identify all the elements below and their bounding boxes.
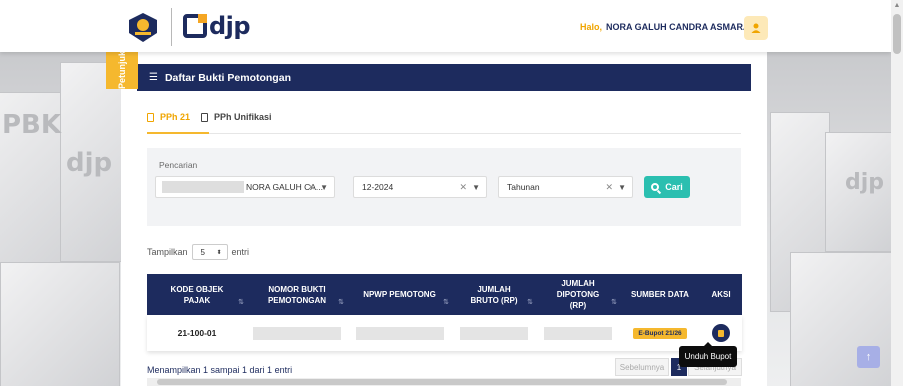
djp-logo-icon <box>183 14 207 38</box>
greeting-text: Halo, <box>580 22 603 32</box>
redacted-block <box>460 326 528 340</box>
clear-icon[interactable]: ✕ <box>307 182 315 193</box>
col-sumber-data[interactable]: SUMBER DATA <box>620 274 700 315</box>
cell-dipotong <box>536 315 620 351</box>
column-header: NPWP PEMOTONG <box>363 290 436 299</box>
sort-icon: ⇅ <box>527 299 533 306</box>
list-icon: ☰ <box>149 72 158 83</box>
djp-logo[interactable]: djp <box>183 12 251 40</box>
column-header: SUMBER DATA <box>631 290 689 299</box>
download-icon <box>718 329 724 337</box>
search-icon <box>651 183 660 191</box>
redacted-block <box>162 181 244 193</box>
brand-text: djp <box>209 12 251 40</box>
tooltip: Unduh Bupot <box>679 342 737 367</box>
name-select[interactable]: NORA GALUH CA... ✕ ▼ <box>155 176 335 198</box>
chevron-down-icon[interactable]: ▼ <box>472 183 480 192</box>
page-length-value: 5 <box>200 247 205 257</box>
tab-pph-unifikasi[interactable]: PPh Unifikasi <box>201 112 272 134</box>
col-aksi: AKSI <box>700 274 742 315</box>
document-icon <box>147 113 154 122</box>
horizontal-scrollbar[interactable] <box>147 378 741 386</box>
document-icon <box>201 113 208 122</box>
page-length-select[interactable]: 5 ⬍ <box>191 244 228 260</box>
column-header: KODE OBJEK PAJAK <box>170 284 224 305</box>
length-label-after: entri <box>231 247 250 257</box>
card-header: ☰ Daftar Bukti Pemotongan <box>137 64 751 91</box>
tab-bar: PPh 21 PPh Unifikasi <box>147 112 741 134</box>
sort-icon: ⇅ <box>338 299 344 306</box>
sort-icon: ⇅ <box>443 299 449 306</box>
table-info: Menampilkan 1 sampai 1 dari 1 entri <box>147 365 293 375</box>
col-jumlah-dipotong[interactable]: JUMLAH DIPOTONG (RP) ⇅ <box>536 274 620 315</box>
source-badge: E-Bupot 21/26 <box>633 327 687 339</box>
emblem-icon <box>129 13 157 42</box>
vertical-scrollbar[interactable]: ▲ <box>891 0 903 386</box>
column-header: JUMLAH BRUTO (RP) <box>470 284 518 305</box>
sort-icon: ⇅ <box>238 299 244 306</box>
col-kode-objek-pajak[interactable]: KODE OBJEK PAJAK ⇅ <box>147 274 247 315</box>
cell-npwp <box>347 315 452 351</box>
user-name[interactable]: NORA GALUH CANDRA ASMARANI <box>606 22 759 32</box>
top-navbar: djp Halo, NORA GALUH CANDRA ASMARANI <box>0 0 891 52</box>
col-jumlah-bruto[interactable]: JUMLAH BRUTO (RP) ⇅ <box>452 274 536 315</box>
period-select-value: 12-2024 <box>362 182 394 192</box>
period-select[interactable]: 12-2024 ✕ ▼ <box>353 176 487 198</box>
cell-bruto <box>452 315 536 351</box>
scroll-up-arrow-icon[interactable]: ▲ <box>891 0 903 12</box>
pagination-prev[interactable]: Sebelumnya <box>615 358 669 376</box>
col-npwp-pemotong[interactable]: NPWP PEMOTONG ⇅ <box>347 274 452 315</box>
redacted-block <box>355 326 444 340</box>
type-select[interactable]: Tahunan ✕ ▼ <box>498 176 633 198</box>
scrollbar-thumb[interactable] <box>157 379 727 385</box>
cell-kode: 21-100-01 <box>177 328 217 338</box>
petunjuk-tab[interactable]: Petunjuk <box>106 51 138 90</box>
table-row: 21-100-01 E-Bupot 21/26 <box>147 315 742 351</box>
clear-icon[interactable]: ✕ <box>459 182 467 193</box>
back-to-top-button[interactable]: ↑ <box>857 346 880 368</box>
user-avatar[interactable] <box>744 16 768 40</box>
clear-icon[interactable]: ✕ <box>605 182 613 193</box>
redacted-block <box>253 326 341 340</box>
bupot-table: KODE OBJEK PAJAK ⇅ NOMOR BUKTI PEMOTONGA… <box>147 274 742 351</box>
search-label: Pencarian <box>159 160 198 170</box>
brand-divider <box>171 8 172 46</box>
column-header: JUMLAH DIPOTONG (RP) <box>556 279 600 310</box>
search-button[interactable]: Cari <box>644 176 690 198</box>
column-header: AKSI <box>711 290 731 299</box>
length-label-before: Tampilkan <box>147 247 188 257</box>
main-card: ☰ Daftar Bukti Pemotongan PPh 21 PPh Uni… <box>121 52 767 386</box>
table-header: KODE OBJEK PAJAK ⇅ NOMOR BUKTI PEMOTONGA… <box>147 274 742 315</box>
scrollbar-thumb[interactable] <box>893 14 901 54</box>
user-icon <box>751 23 761 33</box>
search-panel: Pencarian NORA GALUH CA... ✕ ▼ 12-2024 ✕… <box>147 148 741 226</box>
chevron-down-icon[interactable]: ▼ <box>320 183 328 192</box>
card-title: Daftar Bukti Pemotongan <box>164 71 291 84</box>
tab-label: PPh Unifikasi <box>214 112 272 122</box>
sort-icon: ⇅ <box>611 299 617 306</box>
arrow-up-icon: ↑ <box>865 351 872 363</box>
download-bupot-button[interactable] <box>712 324 730 342</box>
type-select-value: Tahunan <box>507 182 540 192</box>
col-nomor-bukti[interactable]: NOMOR BUKTI PEMOTONGAN ⇅ <box>247 274 347 315</box>
search-button-label: Cari <box>665 182 683 192</box>
cell-nomor <box>247 315 347 351</box>
column-header: NOMOR BUKTI PEMOTONGAN <box>267 284 327 305</box>
updown-icon: ⬍ <box>216 249 222 256</box>
tab-label: PPh 21 <box>160 112 191 122</box>
tab-pph21[interactable]: PPh 21 <box>147 112 209 134</box>
page-length-control: Tampilkan 5 ⬍ entri <box>147 244 249 260</box>
chevron-down-icon[interactable]: ▼ <box>618 183 626 192</box>
redacted-block <box>544 326 612 340</box>
